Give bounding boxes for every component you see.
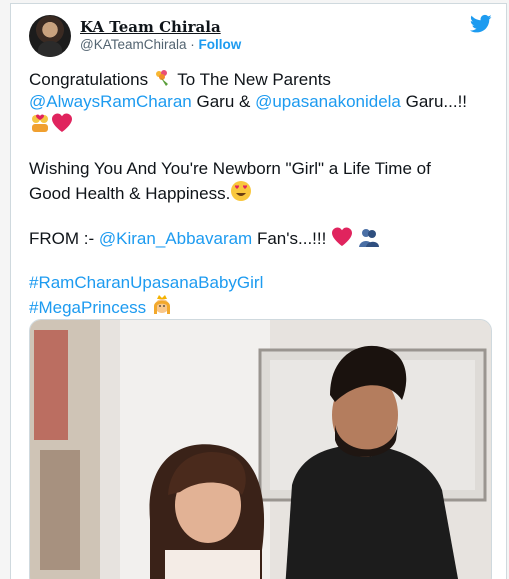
author-names: KA Team Chirala @KATeamChirala · Follow [80, 19, 241, 53]
text-segment: Garu & [191, 92, 256, 111]
red-heart-emoji [52, 113, 72, 132]
text-segment: FROM :- [29, 229, 99, 248]
hashtag-ramcharanupasanababygirl[interactable]: #RamCharanUpasanaBabyGirl [29, 273, 263, 292]
people-hugging-emoji [358, 229, 379, 247]
red-heart-emoji [332, 227, 353, 246]
mention-kiran-abbavaram[interactable]: @Kiran_Abbavaram [99, 229, 252, 248]
princess-emoji [153, 295, 170, 314]
text-segment: Congratulations [29, 70, 153, 89]
tweet-text: Congratulations To The New Parents @Alwa… [29, 68, 499, 319]
handle-row: @KATeamChirala · Follow [80, 36, 241, 53]
text-line-8: #MegaPrincess [29, 294, 499, 319]
tweet-card: KA Team Chirala @KATeamChirala · Follow … [10, 3, 507, 579]
text-segment: Good Health & Happiness. [29, 184, 231, 203]
couple-with-heart-emoji [32, 114, 48, 132]
text-line-5: Good Health & Happiness. [29, 180, 499, 205]
photo-illustration [30, 320, 491, 579]
text-segment: To The New Parents [172, 70, 331, 89]
text-line-7: #RamCharanUpasanaBabyGirl [29, 272, 499, 294]
tweet-photo[interactable] [29, 319, 492, 579]
avatar[interactable] [29, 15, 71, 57]
follow-button[interactable]: Follow [199, 37, 242, 52]
text-line-6: FROM :- @Kiran_Abbavaram Fan's...!!! [29, 227, 499, 250]
bouquet-emoji [155, 70, 168, 86]
tweet-header: KA Team Chirala @KATeamChirala · Follow [29, 14, 241, 58]
mention-upasanakonidela[interactable]: @upasanakonidela [255, 92, 401, 111]
smiling-face-heart-eyes-emoji [231, 181, 252, 201]
handle[interactable]: @KATeamChirala [80, 37, 187, 52]
hashtag-megaprincess[interactable]: #MegaPrincess [29, 298, 146, 317]
text-segment: Garu...!! [400, 92, 468, 111]
text-line-2: @AlwaysRamCharan Garu & @upasanakonidela… [29, 91, 499, 113]
text-segment: Fan's...!!! [252, 229, 332, 248]
separator: · [190, 37, 195, 52]
text-line-1: Congratulations To The New Parents [29, 68, 499, 91]
display-name[interactable]: KA Team Chirala [80, 19, 241, 36]
mention-alwaysramcharan[interactable]: @AlwaysRamCharan [29, 92, 192, 111]
text-line-3 [29, 113, 499, 136]
twitter-bird-icon[interactable] [470, 14, 492, 34]
text-line-4: Wishing You And You're Newborn "Girl" a … [29, 159, 431, 178]
